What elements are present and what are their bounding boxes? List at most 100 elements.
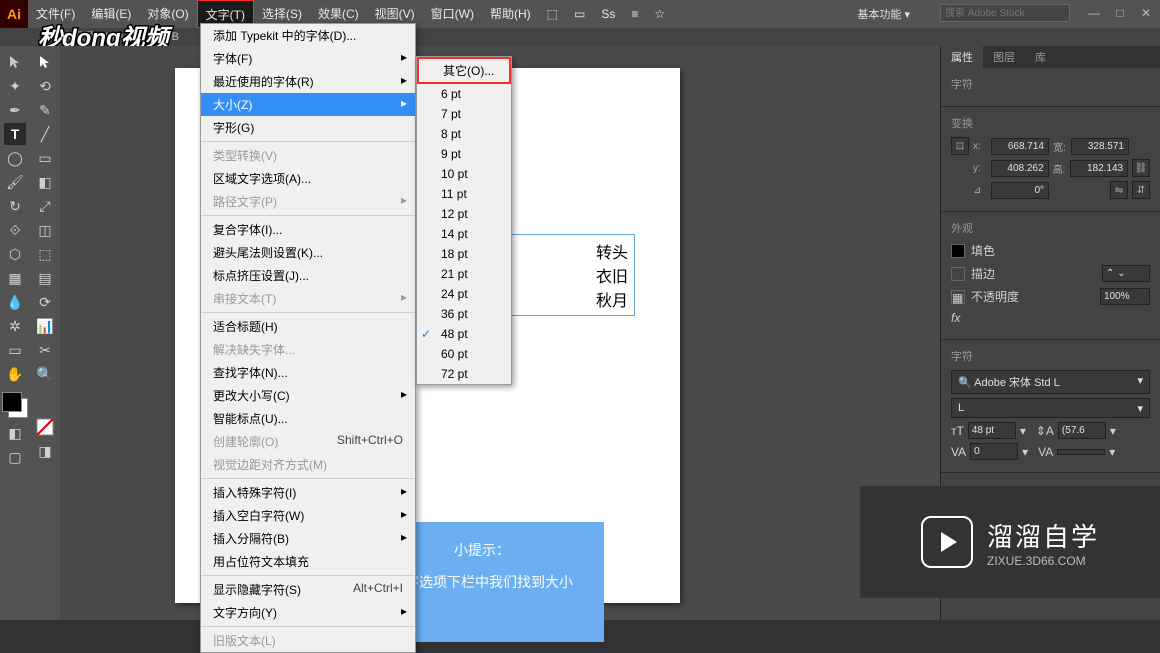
curvature-tool[interactable]: ✎ <box>34 99 56 121</box>
slice-tool[interactable]: ✂ <box>34 339 56 361</box>
leading-field[interactable]: (57.6 <box>1058 422 1106 439</box>
size-option[interactable]: 36 pt <box>417 304 511 324</box>
close-icon[interactable]: ✕ <box>1137 4 1155 22</box>
font-family-select[interactable]: 🔍 Adobe 宋体 Std L▾ <box>951 370 1150 394</box>
size-option[interactable]: 60 pt <box>417 344 511 364</box>
kerning-field[interactable]: 0 <box>970 443 1018 460</box>
stroke-weight[interactable]: ⌃ ⌄ <box>1102 265 1150 282</box>
menu-1[interactable]: 编辑(E) <box>83 0 139 28</box>
menu-item[interactable]: 插入分隔符(B)▸ <box>201 527 415 550</box>
blend-tool[interactable]: ⟳ <box>34 291 56 313</box>
maximize-icon[interactable]: □ <box>1111 4 1129 22</box>
gradient-tool[interactable]: ▤ <box>34 267 56 289</box>
menu-item[interactable]: 复合字体(I)... <box>201 218 415 241</box>
zoom-tool[interactable]: 🔍 <box>34 363 56 385</box>
toolbar-icon[interactable]: ▭ <box>566 0 593 28</box>
w-field[interactable]: 328.571 <box>1071 138 1129 155</box>
size-option[interactable]: 24 pt <box>417 284 511 304</box>
size-option[interactable]: 21 pt <box>417 264 511 284</box>
size-option[interactable]: 9 pt <box>417 144 511 164</box>
graph-tool[interactable]: 📊 <box>34 315 56 337</box>
menu-2[interactable]: 对象(O) <box>139 0 196 28</box>
panel-tab-layers[interactable]: 图层 <box>983 46 1025 68</box>
scale-tool[interactable]: ⤢ <box>34 195 56 217</box>
size-option[interactable]: 18 pt <box>417 244 511 264</box>
artboard-tool[interactable]: ▭ <box>4 339 26 361</box>
menu-item[interactable]: 文字方向(Y)▸ <box>201 601 415 624</box>
perspective-tool[interactable]: ⬚ <box>34 243 56 265</box>
rotate-tool[interactable]: ↻ <box>4 195 26 217</box>
menu-item[interactable]: 显示隐藏字符(S)Alt+Ctrl+I <box>201 578 415 601</box>
menu-item[interactable]: 字形(G) <box>201 116 415 139</box>
workspace-switcher[interactable]: 基本功能 ▾ <box>857 6 910 22</box>
brush-tool[interactable]: 🖌 <box>4 171 26 193</box>
menu-7[interactable]: 窗口(W) <box>423 0 482 28</box>
size-option[interactable]: 72 pt <box>417 364 511 384</box>
menu-item[interactable]: 智能标点(U)... <box>201 407 415 430</box>
flip-h-icon[interactable]: ⇋ <box>1110 181 1128 199</box>
menu-item[interactable]: 标点挤压设置(J)... <box>201 264 415 287</box>
fill-swatch[interactable] <box>951 244 965 258</box>
panel-tab-libraries[interactable]: 库 <box>1025 46 1056 68</box>
color-swatch[interactable] <box>2 392 28 418</box>
font-size-field[interactable]: 48 pt <box>968 422 1016 439</box>
ref-point-icon[interactable]: ⊡ <box>951 137 969 155</box>
document-tab[interactable]: 未标题-1* @ 84% (RGB <box>0 28 1160 46</box>
mesh-tool[interactable]: ▦ <box>4 267 26 289</box>
menu-item[interactable]: 避头尾法则设置(K)... <box>201 241 415 264</box>
eyedropper-tool[interactable]: 💧 <box>4 291 26 313</box>
eraser-tool[interactable]: ◧ <box>34 171 56 193</box>
size-option[interactable]: 12 pt <box>417 204 511 224</box>
menu-item[interactable]: 插入特殊字符(I)▸ <box>201 481 415 504</box>
size-option[interactable]: 48 pt✓ <box>417 324 511 344</box>
y-field[interactable]: 408.262 <box>991 160 1049 177</box>
menu-item[interactable]: 查找字体(N)... <box>201 361 415 384</box>
size-submenu[interactable]: 其它(O)...6 pt7 pt8 pt9 pt10 pt11 pt12 pt1… <box>416 56 512 385</box>
menu-item[interactable]: 添加 Typekit 中的字体(D)... <box>201 24 415 47</box>
freetransform-tool[interactable]: ◫ <box>34 219 56 241</box>
menu-item[interactable]: 用占位符文本填充 <box>201 550 415 573</box>
pen-tool[interactable]: ✒ <box>4 99 26 121</box>
swap-none[interactable] <box>34 416 56 438</box>
color-mode[interactable]: ◧ <box>4 422 26 444</box>
menu-item[interactable]: 大小(Z)▸ <box>201 93 415 116</box>
link-icon[interactable]: ⛓ <box>1132 159 1150 177</box>
size-option[interactable]: 7 pt <box>417 104 511 124</box>
panel-tab-properties[interactable]: 属性 <box>941 46 983 68</box>
direct-select-tool[interactable] <box>34 51 56 73</box>
fx-label[interactable]: fx <box>951 311 960 325</box>
menu-item[interactable]: 插入空白字符(W)▸ <box>201 504 415 527</box>
flip-v-icon[interactable]: ⇵ <box>1132 181 1150 199</box>
size-option[interactable]: 6 pt <box>417 84 511 104</box>
search-input[interactable] <box>940 4 1070 22</box>
menu-item[interactable]: 更改大小写(C)▸ <box>201 384 415 407</box>
tracking-field[interactable] <box>1057 449 1105 455</box>
magic-wand-tool[interactable]: ✦ <box>4 75 26 97</box>
type-menu-dropdown[interactable]: 添加 Typekit 中的字体(D)...字体(F)▸最近使用的字体(R)▸大小… <box>200 23 416 653</box>
toolbar-icon[interactable]: ☆ <box>646 0 673 28</box>
size-option[interactable]: 10 pt <box>417 164 511 184</box>
symbol-tool[interactable]: ✲ <box>4 315 26 337</box>
line-tool[interactable]: ╱ <box>34 123 56 145</box>
ellipse-tool[interactable]: ◯ <box>4 147 26 169</box>
screen-mode[interactable]: ▢ <box>4 446 26 468</box>
menu-item[interactable]: 字体(F)▸ <box>201 47 415 70</box>
menu-item[interactable]: 最近使用的字体(R)▸ <box>201 70 415 93</box>
font-style-select[interactable]: L▾ <box>951 398 1150 418</box>
toolbar-icon[interactable]: ⬚ <box>539 0 566 28</box>
size-option[interactable]: 其它(O)... <box>417 57 511 84</box>
stroke-swatch[interactable] <box>951 267 965 281</box>
size-option[interactable]: 8 pt <box>417 124 511 144</box>
h-field[interactable]: 182.143 <box>1070 160 1128 177</box>
width-tool[interactable]: ⟐ <box>4 219 26 241</box>
menu-0[interactable]: 文件(F) <box>28 0 83 28</box>
draw-mode[interactable]: ◨ <box>34 440 56 462</box>
size-option[interactable]: 14 pt <box>417 224 511 244</box>
menu-8[interactable]: 帮助(H) <box>482 0 539 28</box>
hand-tool[interactable]: ✋ <box>4 363 26 385</box>
minimize-icon[interactable]: — <box>1085 4 1103 22</box>
menu-item[interactable]: 区域文字选项(A)... <box>201 167 415 190</box>
x-field[interactable]: 668.714 <box>991 138 1049 155</box>
toolbar-icon[interactable]: Ss <box>593 0 623 28</box>
opacity-field[interactable]: 100% <box>1100 288 1150 305</box>
